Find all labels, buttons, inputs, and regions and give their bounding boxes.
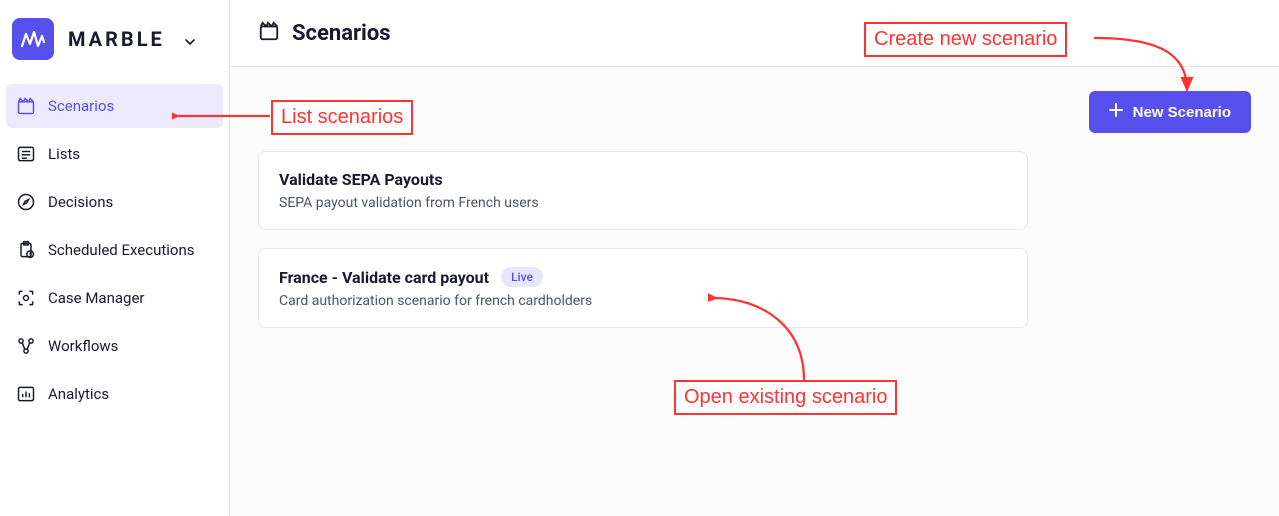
toolbar: New Scenario xyxy=(258,91,1251,133)
content: New Scenario Validate SEPA Payouts SEPA … xyxy=(230,67,1279,516)
sidebar-item-case-manager[interactable]: Case Manager xyxy=(6,276,223,320)
sidebar-item-label: Case Manager xyxy=(48,289,145,307)
clipboard-icon xyxy=(16,240,36,260)
clapperboard-icon xyxy=(258,20,280,46)
sidebar-item-label: Decisions xyxy=(48,193,113,211)
sidebar-item-label: Scheduled Executions xyxy=(48,241,195,259)
sidebar-item-decisions[interactable]: Decisions xyxy=(6,180,223,224)
scan-icon xyxy=(16,288,36,308)
app-logo xyxy=(12,18,54,60)
button-label: New Scenario xyxy=(1133,104,1231,121)
scenario-description: Card authorization scenario for french c… xyxy=(279,293,1007,309)
scenario-title: France - Validate card payout xyxy=(279,268,489,287)
main: Scenarios New Scenario Validate SEPA Pay… xyxy=(230,0,1279,516)
sidebar-item-label: Workflows xyxy=(48,337,118,355)
scenario-description: SEPA payout validation from French users xyxy=(279,195,1007,211)
plus-icon xyxy=(1109,103,1123,121)
chart-icon xyxy=(16,384,36,404)
list-icon xyxy=(16,144,36,164)
compass-icon xyxy=(16,192,36,212)
app-name: MARBLE xyxy=(68,27,165,51)
app-switcher[interactable]: MARBLE xyxy=(6,14,223,84)
page-header: Scenarios xyxy=(230,0,1279,67)
new-scenario-button[interactable]: New Scenario xyxy=(1089,91,1251,133)
sidebar-item-analytics[interactable]: Analytics xyxy=(6,372,223,416)
sidebar-item-label: Analytics xyxy=(48,385,109,403)
chevron-down-icon xyxy=(185,30,195,49)
status-badge: Live xyxy=(501,267,543,287)
sidebar-item-workflows[interactable]: Workflows xyxy=(6,324,223,368)
sidebar-item-scheduled-executions[interactable]: Scheduled Executions xyxy=(6,228,223,272)
scenario-card[interactable]: France - Validate card payout Live Card … xyxy=(258,248,1028,328)
scenario-card[interactable]: Validate SEPA Payouts SEPA payout valida… xyxy=(258,151,1028,230)
sidebar-item-label: Lists xyxy=(48,145,80,163)
page-title: Scenarios xyxy=(292,21,391,46)
sidebar: MARBLE Scenarios Lists Decisions xyxy=(0,0,230,516)
sidebar-item-scenarios[interactable]: Scenarios xyxy=(6,84,223,128)
workflow-icon xyxy=(16,336,36,356)
scenario-title: Validate SEPA Payouts xyxy=(279,170,443,189)
sidebar-item-lists[interactable]: Lists xyxy=(6,132,223,176)
clapperboard-icon xyxy=(16,96,36,116)
sidebar-item-label: Scenarios xyxy=(48,97,114,115)
